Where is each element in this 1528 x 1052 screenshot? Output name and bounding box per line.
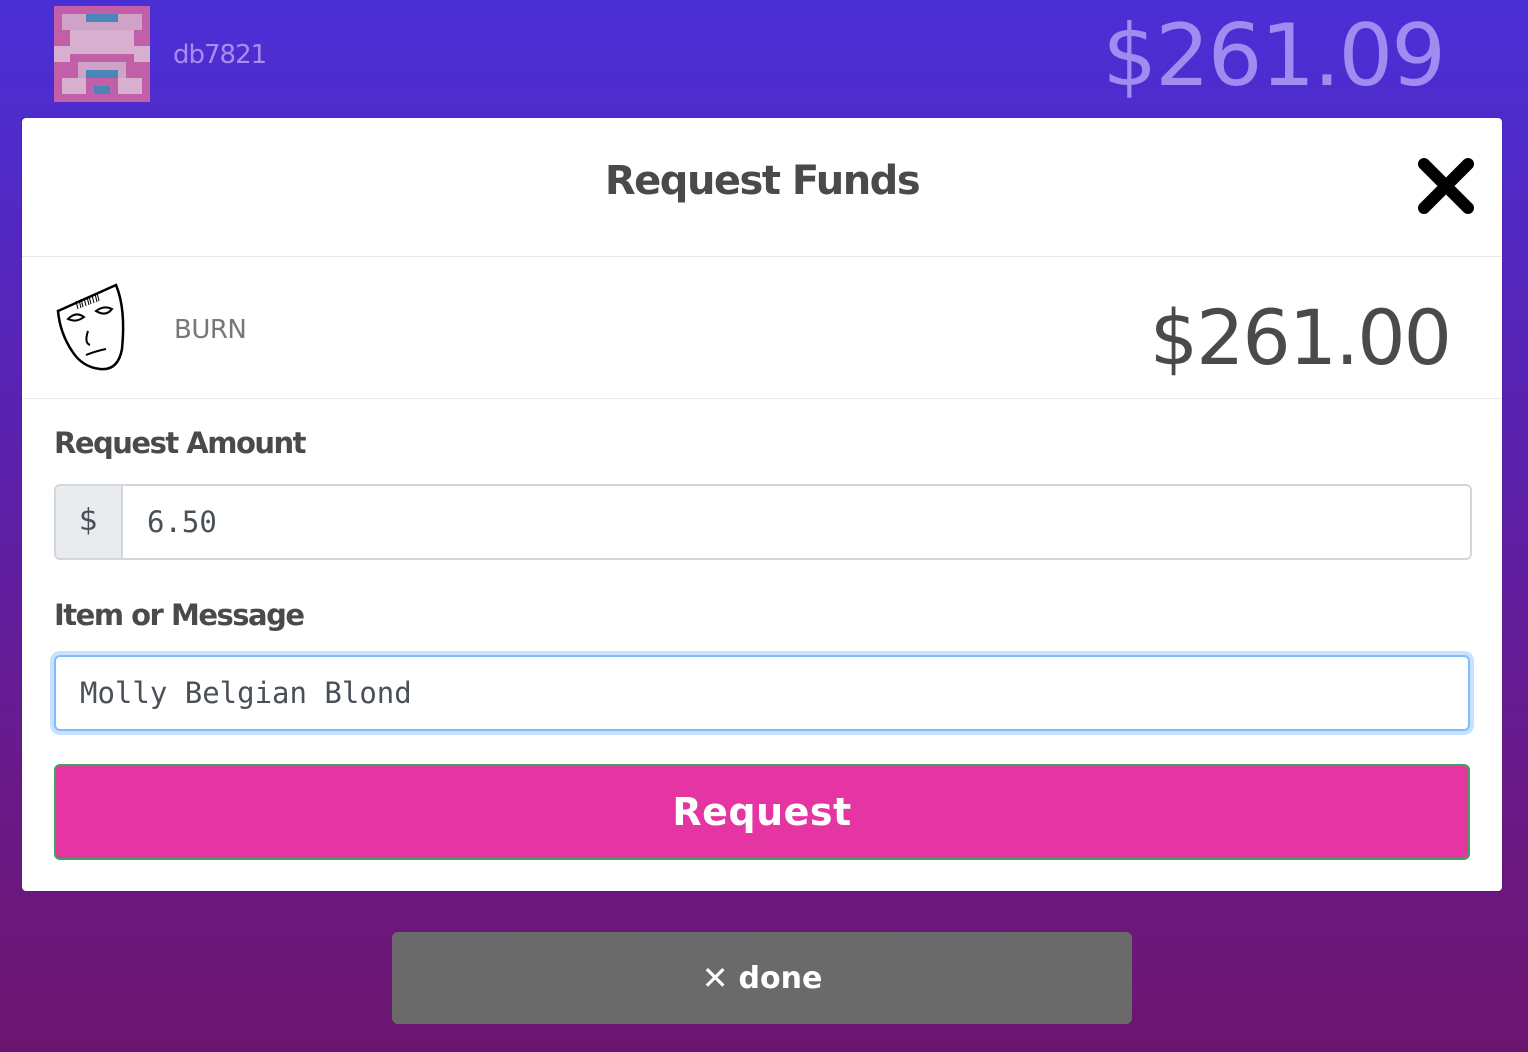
amount-input-group: $ <box>54 484 1472 560</box>
close-x-icon <box>1418 158 1474 214</box>
modal-title: Request Funds <box>604 158 921 204</box>
request-button[interactable]: Request <box>54 764 1470 860</box>
request-funds-modal: Request Funds BURN $261.00 Request Amoun… <box>22 118 1502 891</box>
identicon-image <box>54 6 150 102</box>
close-button[interactable] <box>1414 154 1478 218</box>
message-input[interactable] <box>54 655 1470 731</box>
modal-header: Request Funds <box>22 118 1502 257</box>
currency-prefix: $ <box>56 486 123 558</box>
token-row: BURN $261.00 <box>22 257 1502 399</box>
mask-barcode-icon <box>52 279 128 375</box>
request-amount-label: Request Amount <box>54 426 307 460</box>
username: db7821 <box>173 40 267 70</box>
wallet-balance: $261.09 <box>1102 6 1446 106</box>
token-balance: $261.00 <box>1149 293 1452 382</box>
top-bar: db7821 $261.09 <box>0 0 1528 118</box>
avatar[interactable] <box>54 6 150 102</box>
close-icon: ✕ <box>701 959 729 997</box>
done-label: done <box>738 960 823 996</box>
done-button[interactable]: ✕ done <box>392 932 1132 1024</box>
token-name: BURN <box>174 315 247 345</box>
amount-input[interactable] <box>123 486 1463 558</box>
message-label: Item or Message <box>54 598 305 632</box>
